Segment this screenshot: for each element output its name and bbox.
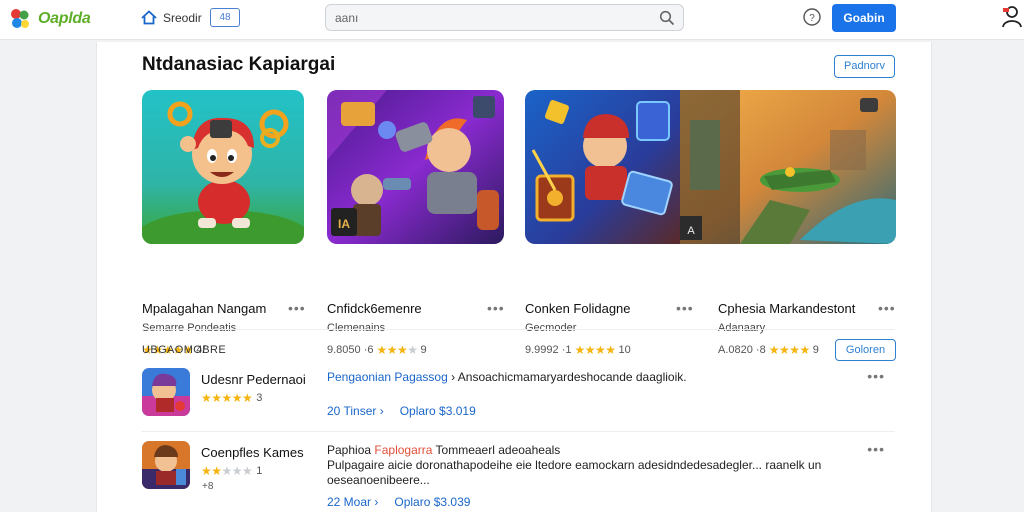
section-divider [141, 329, 895, 330]
home-link[interactable]: Sreodir [141, 10, 202, 25]
brand-name[interactable]: Oaplda [38, 10, 91, 28]
featured-section-title: Ntdanasiac Kapiargai [142, 54, 336, 75]
top-bar: Oaplda Sreodir 48 aanı ? Goabin [0, 0, 1024, 40]
card-overflow-menu[interactable]: ••• [487, 300, 505, 316]
list-item[interactable]: Udesnr Pedernaoi ★★★★★ 3 Pengaonian Paga… [142, 368, 895, 428]
app-description: Paphioa Faplogarra Tommeaerl adeoaheals … [327, 443, 882, 488]
app-description-lead: Paphioa [327, 443, 372, 457]
rating-suffix: 9 [420, 344, 427, 356]
app-links: 20 Tinser › Oplaro $3.019 [327, 404, 476, 418]
app-price-link[interactable]: Oplaro $3.039 [394, 495, 470, 509]
app-extra-count: +8 [202, 481, 214, 492]
app-rating: ★★★★★ 3 [201, 391, 262, 405]
app-description: Pengaonian Pagassog › Ansoachicmamaryard… [327, 370, 882, 385]
row-divider [141, 431, 895, 432]
game-thumbnail[interactable]: A [680, 90, 896, 244]
game-thumbnail[interactable]: IA [327, 90, 504, 244]
app-link-primary[interactable]: 20 Tinser › [327, 404, 384, 418]
signin-button[interactable]: Goabin [832, 4, 896, 32]
search-input[interactable]: aanı [325, 4, 684, 31]
rating-value: 9.9992 ·1 [525, 344, 572, 356]
app-link-primary[interactable]: 22 Moar › [327, 495, 378, 509]
star-rating: ★★★★★ [201, 464, 253, 478]
rating-value: A.0820 ·8 [718, 344, 766, 356]
rating-value: 3 [256, 392, 263, 404]
app-category-link[interactable]: Faplogarra [374, 443, 432, 457]
game-thumbnail[interactable] [525, 90, 680, 244]
search-query-text: aanı [335, 11, 359, 25]
row-overflow-menu[interactable]: ••• [867, 441, 885, 457]
card-subtitle: Adanaary [718, 322, 766, 334]
card-overflow-menu[interactable]: ••• [676, 300, 694, 316]
rating-suffix: 9 [812, 344, 819, 356]
main-panel: Ntdanasiac Kapiargai Padnorv Mpalagahan … [96, 42, 932, 512]
card-rating: A.0820 ·8 ★★★★ 9 [718, 343, 819, 357]
row-overflow-menu[interactable]: ••• [867, 368, 885, 384]
app-price-link[interactable]: Oplaro $3.019 [400, 404, 476, 418]
card-title[interactable]: Mpalagahan Nangam [142, 301, 266, 316]
app-description-text: › Ansoachicmamaryardeshocande daaglioik. [447, 370, 687, 384]
app-name[interactable]: Udesnr Pedernaoi [201, 372, 306, 387]
star-rating: ★★★★★ [201, 391, 253, 405]
home-badge[interactable]: 48 [210, 8, 240, 27]
svg-text:A: A [687, 225, 695, 237]
card-subtitle: Clemenains [327, 322, 386, 334]
app-icon[interactable] [142, 368, 190, 416]
user-account-icon[interactable] [1001, 5, 1023, 29]
card-title[interactable]: Conken Folidagne [525, 301, 631, 316]
card-subtitle: Gecmoder [525, 322, 577, 334]
svg-text:IA: IA [338, 217, 350, 231]
card-subtitle: Semarre Pondeatis [142, 322, 237, 334]
featured-more-button[interactable]: Padnorv [834, 55, 895, 78]
app-description-more: Pulpagaire aicie doronathapodeihe eie lt… [327, 458, 822, 487]
list-section-title: UBGAOMOBRE [142, 344, 227, 356]
app-category-link[interactable]: Pengaonian Pagassog [327, 370, 448, 384]
card-title[interactable]: Cnfidck6emenre [327, 301, 422, 316]
rating-value: 1 [256, 465, 263, 477]
list-item[interactable]: Coenpfles Kames ★★★★★ 1 +8 Paphioa Faplo… [142, 441, 895, 511]
card-rating: 9.8050 ·6 ★★★★ 9 [327, 343, 427, 357]
svg-text:?: ? [809, 13, 815, 24]
app-links: 22 Moar › Oplaro $3.039 [327, 495, 470, 509]
rating-suffix: 10 [618, 344, 631, 356]
app-description-text: Tommeaerl adeoaheals [432, 443, 561, 457]
card-overflow-menu[interactable]: ••• [878, 300, 896, 316]
help-icon[interactable]: ? [802, 7, 822, 27]
home-label: Sreodir [163, 10, 202, 25]
rating-value: 9.8050 ·6 [327, 344, 374, 356]
card-rating: 9.9992 ·1 ★★★★ 10 [525, 343, 631, 357]
app-icon[interactable] [142, 441, 190, 489]
home-icon [141, 10, 157, 25]
game-thumbnail[interactable] [142, 90, 304, 244]
app-rating: ★★★★★ 1 [201, 464, 262, 478]
app-name[interactable]: Coenpfles Kames [201, 445, 304, 460]
multicolor-puzzle-logo-icon[interactable] [8, 7, 32, 31]
card-title[interactable]: Cphesia Markandestont [718, 301, 855, 316]
star-rating: ★★★★ [768, 343, 811, 357]
card-overflow-menu[interactable]: ••• [288, 300, 306, 316]
star-rating: ★★★★ [376, 343, 418, 357]
search-icon[interactable] [659, 10, 675, 26]
list-more-button[interactable]: Goloren [835, 339, 896, 361]
star-rating: ★★★★ [574, 343, 616, 357]
